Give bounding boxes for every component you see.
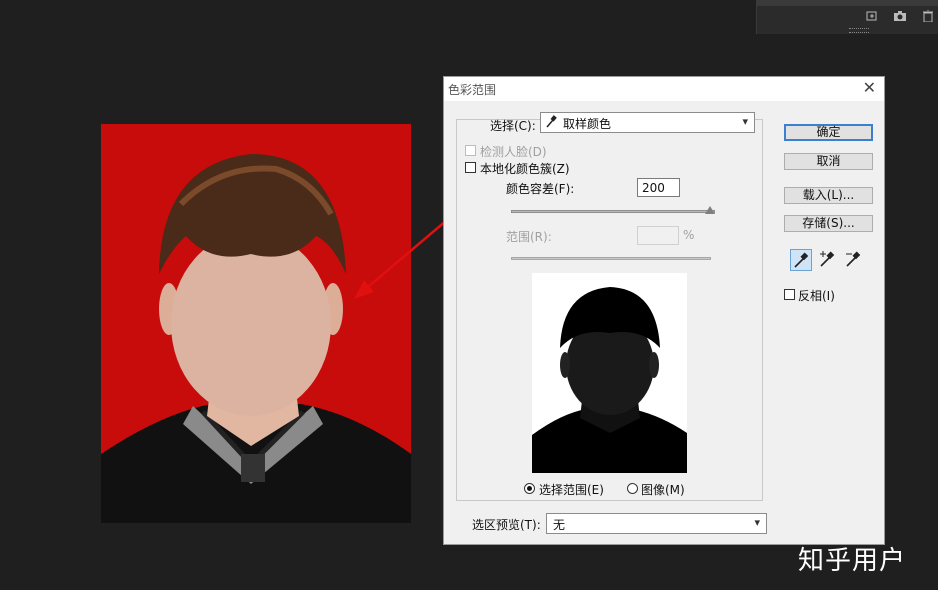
camera-icon[interactable] [893, 10, 907, 22]
range-label: 范围(R): [506, 230, 552, 244]
dialog-title: 色彩范围 [448, 83, 497, 97]
fuzziness-slider[interactable] [511, 210, 715, 213]
eyedropper-plus-icon[interactable] [817, 249, 839, 271]
localized-clusters-label: 本地化颜色簇(Z) [480, 162, 570, 176]
cancel-button[interactable]: 取消 [784, 153, 873, 170]
panel-icons [865, 9, 935, 23]
ok-button[interactable]: 确定 [784, 124, 873, 141]
selection-preview-label: 选区预览(T): [472, 518, 541, 532]
view-image-label: 图像(M) [641, 483, 685, 497]
eyedropper-icon[interactable] [790, 249, 812, 271]
load-button[interactable]: 载入(L)... [784, 187, 873, 204]
detect-faces-label: 检测人脸(D) [480, 145, 547, 159]
fuzziness-slider-thumb[interactable] [705, 206, 715, 214]
trash-icon[interactable] [921, 9, 935, 23]
range-input[interactable] [637, 226, 679, 245]
chevron-down-icon: ▾ [754, 516, 760, 529]
eyedropper-minus-icon[interactable] [843, 249, 865, 271]
color-range-dialog: 色彩范围 ✕ 选择(C): 取样颜色 ▾ 检测人脸(D) 本地化颜色簇(Z) 颜… [443, 76, 885, 545]
watermark-text: 知乎用户 [798, 546, 907, 576]
selection-preview-value: 无 [553, 518, 566, 532]
fuzziness-input[interactable]: 200 [637, 178, 680, 197]
range-slider[interactable] [511, 257, 711, 260]
range-unit: % [683, 228, 695, 242]
fuzziness-label: 颜色容差(F): [506, 182, 575, 196]
invert-label: 反相(I) [798, 289, 835, 303]
close-icon[interactable]: ✕ [863, 79, 876, 97]
panel-resize-grip[interactable] [849, 28, 869, 33]
portrait-photo [101, 124, 411, 523]
view-image-radio[interactable] [627, 483, 638, 494]
invert-checkbox[interactable] [784, 289, 795, 300]
localized-clusters-checkbox[interactable] [465, 162, 476, 173]
eyedropper-icon [545, 115, 557, 132]
save-button[interactable]: 存储(S)... [784, 215, 873, 232]
layers-panel-fragment [756, 0, 938, 34]
chevron-down-icon: ▾ [742, 115, 748, 128]
title-bar[interactable]: 色彩范围 ✕ [444, 77, 884, 101]
select-dropdown[interactable]: 取样颜色 ▾ [540, 112, 755, 133]
view-selection-radio[interactable] [524, 483, 535, 494]
selection-preview-image [532, 273, 687, 473]
view-selection-label: 选择范围(E) [539, 483, 604, 497]
new-layer-icon[interactable] [865, 10, 879, 22]
detect-faces-checkbox[interactable] [465, 145, 476, 156]
panel-row [757, 0, 938, 6]
select-value: 取样颜色 [563, 117, 612, 131]
select-label: 选择(C): [490, 119, 536, 133]
selection-preview-dropdown[interactable]: 无 ▾ [546, 513, 767, 534]
